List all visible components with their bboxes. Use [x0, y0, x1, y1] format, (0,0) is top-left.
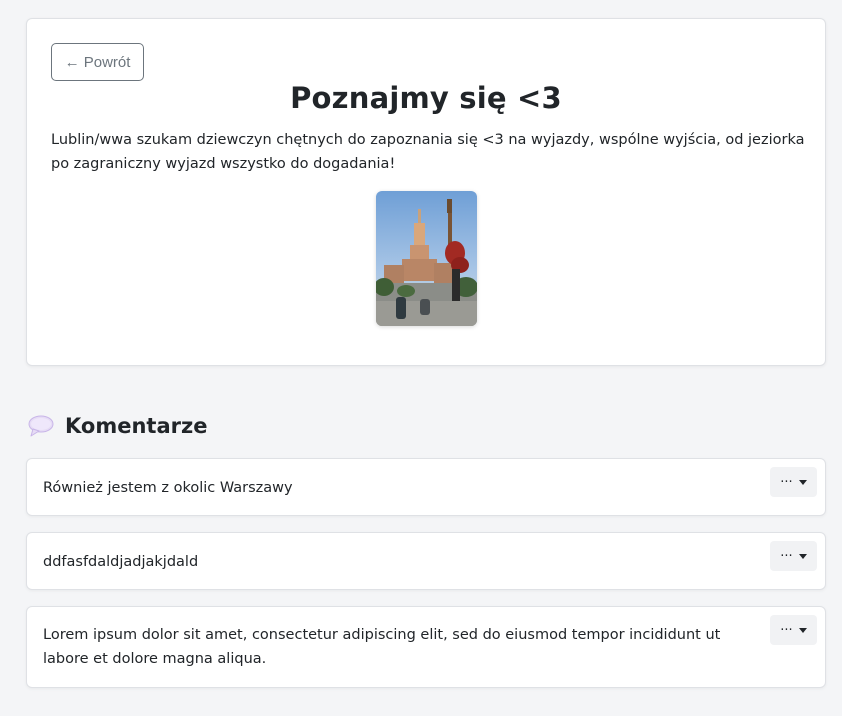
speech-bubble-icon — [28, 415, 54, 437]
post-photo[interactable] — [376, 191, 477, 326]
post-body: Lublin/wwa szukam dziewczyn chętnych do … — [51, 132, 805, 172]
comment-item: ddfasfdaldjadjakjdald ··· — [26, 532, 826, 590]
caret-down-icon — [798, 479, 807, 485]
post-card: ← Powrót Poznajmy się <3 Lublin/wwa szuk… — [26, 18, 826, 366]
comment-menu-button[interactable]: ··· — [770, 541, 817, 571]
more-dots-icon: ··· — [780, 548, 793, 564]
comment-menu-button[interactable]: ··· — [770, 467, 817, 497]
comment-text: ddfasfdaldjadjakjdald — [43, 554, 199, 570]
comment-menu-button[interactable]: ··· — [770, 615, 817, 645]
back-button[interactable]: ← Powrót — [51, 43, 144, 81]
comment-item: Również jestem z okolic Warszawy ··· — [26, 458, 826, 516]
comments-header: Komentarze — [28, 414, 207, 438]
comments-title: Komentarze — [65, 414, 208, 438]
caret-down-icon — [798, 553, 807, 559]
more-dots-icon: ··· — [780, 622, 793, 638]
more-dots-icon: ··· — [780, 474, 793, 490]
post-title: Poznajmy się <3 — [290, 81, 562, 115]
comment-text: Również jestem z okolic Warszawy — [43, 480, 293, 496]
caret-down-icon — [798, 627, 807, 633]
comment-item: Lorem ipsum dolor sit amet, consectetur … — [26, 606, 826, 688]
comment-text: Lorem ipsum dolor sit amet, consectetur … — [43, 627, 721, 667]
